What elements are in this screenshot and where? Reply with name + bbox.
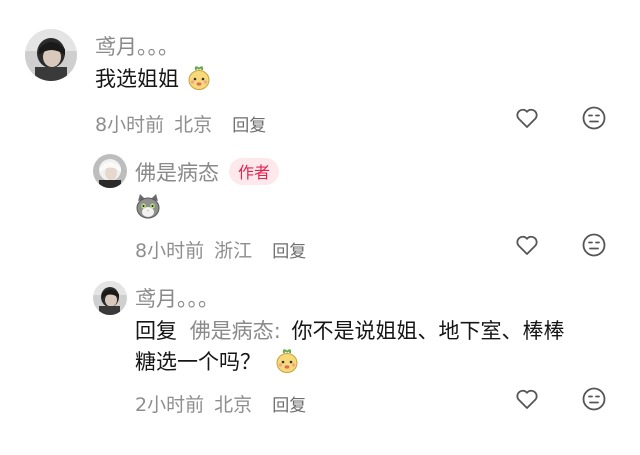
comment-line-2: 糖选一个吗？: [135, 347, 615, 378]
location: 北京: [214, 394, 253, 416]
username-text: 佛是病态: [135, 161, 219, 185]
comment-meta: 8小时前 浙江 回复: [135, 236, 306, 263]
timestamp: 2小时前: [135, 394, 205, 416]
username[interactable]: 佛是病态 作者: [135, 157, 280, 187]
neutral-face-outline-icon[interactable]: [581, 105, 607, 131]
comment-meta: 2小时前 北京 回复: [135, 390, 306, 417]
cat-face-emoji: [134, 192, 162, 220]
timestamp: 8小时前: [135, 240, 205, 262]
comment-text: 我选姐姐: [95, 64, 212, 95]
reply-button[interactable]: 回复: [272, 242, 306, 262]
comment-meta: 8小时前 北京 回复: [95, 110, 266, 137]
comment-body: 我选姐姐: [95, 67, 179, 91]
pear-face-emoji: [274, 348, 300, 374]
avatar[interactable]: [25, 29, 77, 81]
comment-body-line-1: 你不是说姐姐、地下室、棒棒: [291, 319, 565, 343]
comment-line-1: 回复 佛是病态: 你不是说姐姐、地下室、棒棒: [135, 316, 615, 347]
timestamp: 8小时前: [95, 114, 165, 136]
neutral-face-outline-icon[interactable]: [581, 232, 607, 258]
reply-prefix: 回复: [135, 319, 177, 343]
mention-colon: :: [273, 319, 281, 343]
location: 浙江: [214, 240, 253, 262]
neutral-face-outline-icon[interactable]: [581, 386, 607, 412]
heart-outline-icon[interactable]: [514, 386, 540, 412]
avatar[interactable]: [93, 154, 127, 188]
pear-face-emoji: [186, 65, 212, 91]
heart-outline-icon[interactable]: [514, 105, 540, 131]
mention-link[interactable]: 佛是病态:: [190, 319, 281, 343]
avatar[interactable]: [93, 281, 127, 315]
comment-body-line-2: 糖选一个吗？: [135, 350, 261, 374]
location: 北京: [174, 114, 213, 136]
comment-text: 回复 佛是病态: 你不是说姐姐、地下室、棒棒 糖选一个吗？: [135, 316, 615, 378]
author-badge: 作者: [229, 158, 280, 185]
reply-button[interactable]: 回复: [232, 116, 266, 136]
reply-button[interactable]: 回复: [272, 396, 306, 416]
username[interactable]: 鸢月。。。: [135, 283, 219, 313]
heart-outline-icon[interactable]: [514, 232, 540, 258]
username[interactable]: 鸢月。。。: [95, 31, 179, 61]
mention-name: 佛是病态: [189, 319, 274, 343]
